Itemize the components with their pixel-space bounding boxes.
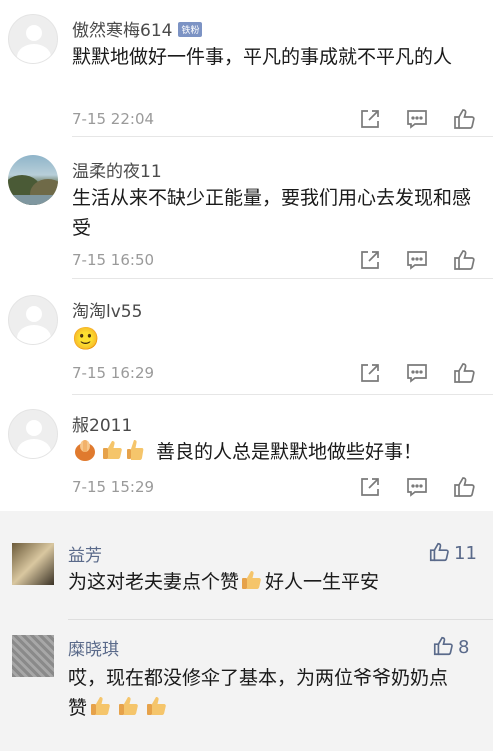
avatar[interactable]: [12, 635, 54, 677]
thumbs-up-emoji-icon: [87, 694, 113, 727]
share-icon[interactable]: [358, 107, 382, 131]
thumbs-up-icon[interactable]: [452, 107, 476, 131]
comment-text: 哎，现在都没修伞了基本，为两位爷爷奶奶点赞: [68, 663, 463, 727]
like-count[interactable]: 11: [428, 541, 477, 565]
comment-time: 7-15 15:29: [72, 478, 155, 496]
thumbs-up-emoji-icon: [126, 438, 144, 471]
comment-3: 淘淘lv55 🙂 7-15 16:29: [0, 279, 493, 395]
comment-1: 傲然寒梅614 铁粉 默默地做好一件事，平凡的事成就不平凡的人 7-15 22:0…: [0, 0, 493, 137]
avatar[interactable]: [8, 409, 58, 459]
share-icon[interactable]: [358, 248, 382, 272]
comment-text: 善良的人总是默默地做些好事！: [72, 437, 472, 471]
thumbs-up-emoji-icon: [100, 438, 124, 471]
comment-text: 🙂: [72, 327, 100, 352]
thumbs-up-icon: [433, 636, 453, 656]
avatar[interactable]: [8, 155, 58, 205]
comment-text: 默默地做好一件事，平凡的事成就不平凡的人: [72, 46, 453, 68]
thumbs-up-emoji-icon: [239, 568, 263, 601]
thumbs-up-icon[interactable]: [452, 475, 476, 499]
comment-text: 为这对老夫妻点个赞 好人一生平安: [68, 567, 478, 601]
comment-4: 赧2011 善良的人总是默默地做些好事！ 7-15 15:29: [0, 395, 493, 511]
comment-author[interactable]: 糜晓琪: [68, 635, 119, 660]
comment-author[interactable]: 益芳: [68, 541, 102, 566]
comment-time: 7-15 16:50: [72, 251, 155, 269]
avatar[interactable]: [8, 295, 58, 345]
fan-badge: 铁粉: [178, 22, 203, 37]
comment-text: 生活从来不缺少正能量，要我们用心去发现和感受: [72, 187, 472, 239]
comment-author[interactable]: 赧2011: [72, 411, 132, 436]
avatar[interactable]: [12, 543, 54, 585]
comment-icon[interactable]: [405, 475, 429, 499]
comment-author[interactable]: 温柔的夜11: [72, 157, 162, 182]
comment-time: 7-15 16:29: [72, 364, 155, 382]
thumbs-up-icon[interactable]: [452, 248, 476, 272]
comment-2: 温柔的夜11 生活从来不缺少正能量，要我们用心去发现和感受 7-15 16:50: [0, 137, 493, 279]
comment-time: 7-15 22:04: [72, 110, 155, 128]
comment-icon[interactable]: [405, 107, 429, 131]
share-icon[interactable]: [358, 475, 382, 499]
thumbs-up-icon: [429, 542, 449, 562]
thumbs-up-icon[interactable]: [452, 361, 476, 385]
comment-author[interactable]: 傲然寒梅614 铁粉: [72, 16, 203, 41]
share-icon[interactable]: [358, 361, 382, 385]
pray-hands-emoji-icon: [72, 438, 98, 471]
thumbs-up-emoji-icon: [143, 694, 169, 727]
hot-comments-section: 益芳 11 为这对老夫妻点个赞 好人一生平安 糜晓琪 8 哎，现在都没修伞了基本，…: [0, 511, 493, 751]
like-count[interactable]: 8: [432, 635, 469, 659]
comment-author[interactable]: 淘淘lv55: [72, 297, 142, 322]
avatar[interactable]: [8, 14, 58, 64]
thumbs-up-emoji-icon: [115, 694, 141, 727]
comment-icon[interactable]: [405, 248, 429, 272]
comment-icon[interactable]: [405, 361, 429, 385]
